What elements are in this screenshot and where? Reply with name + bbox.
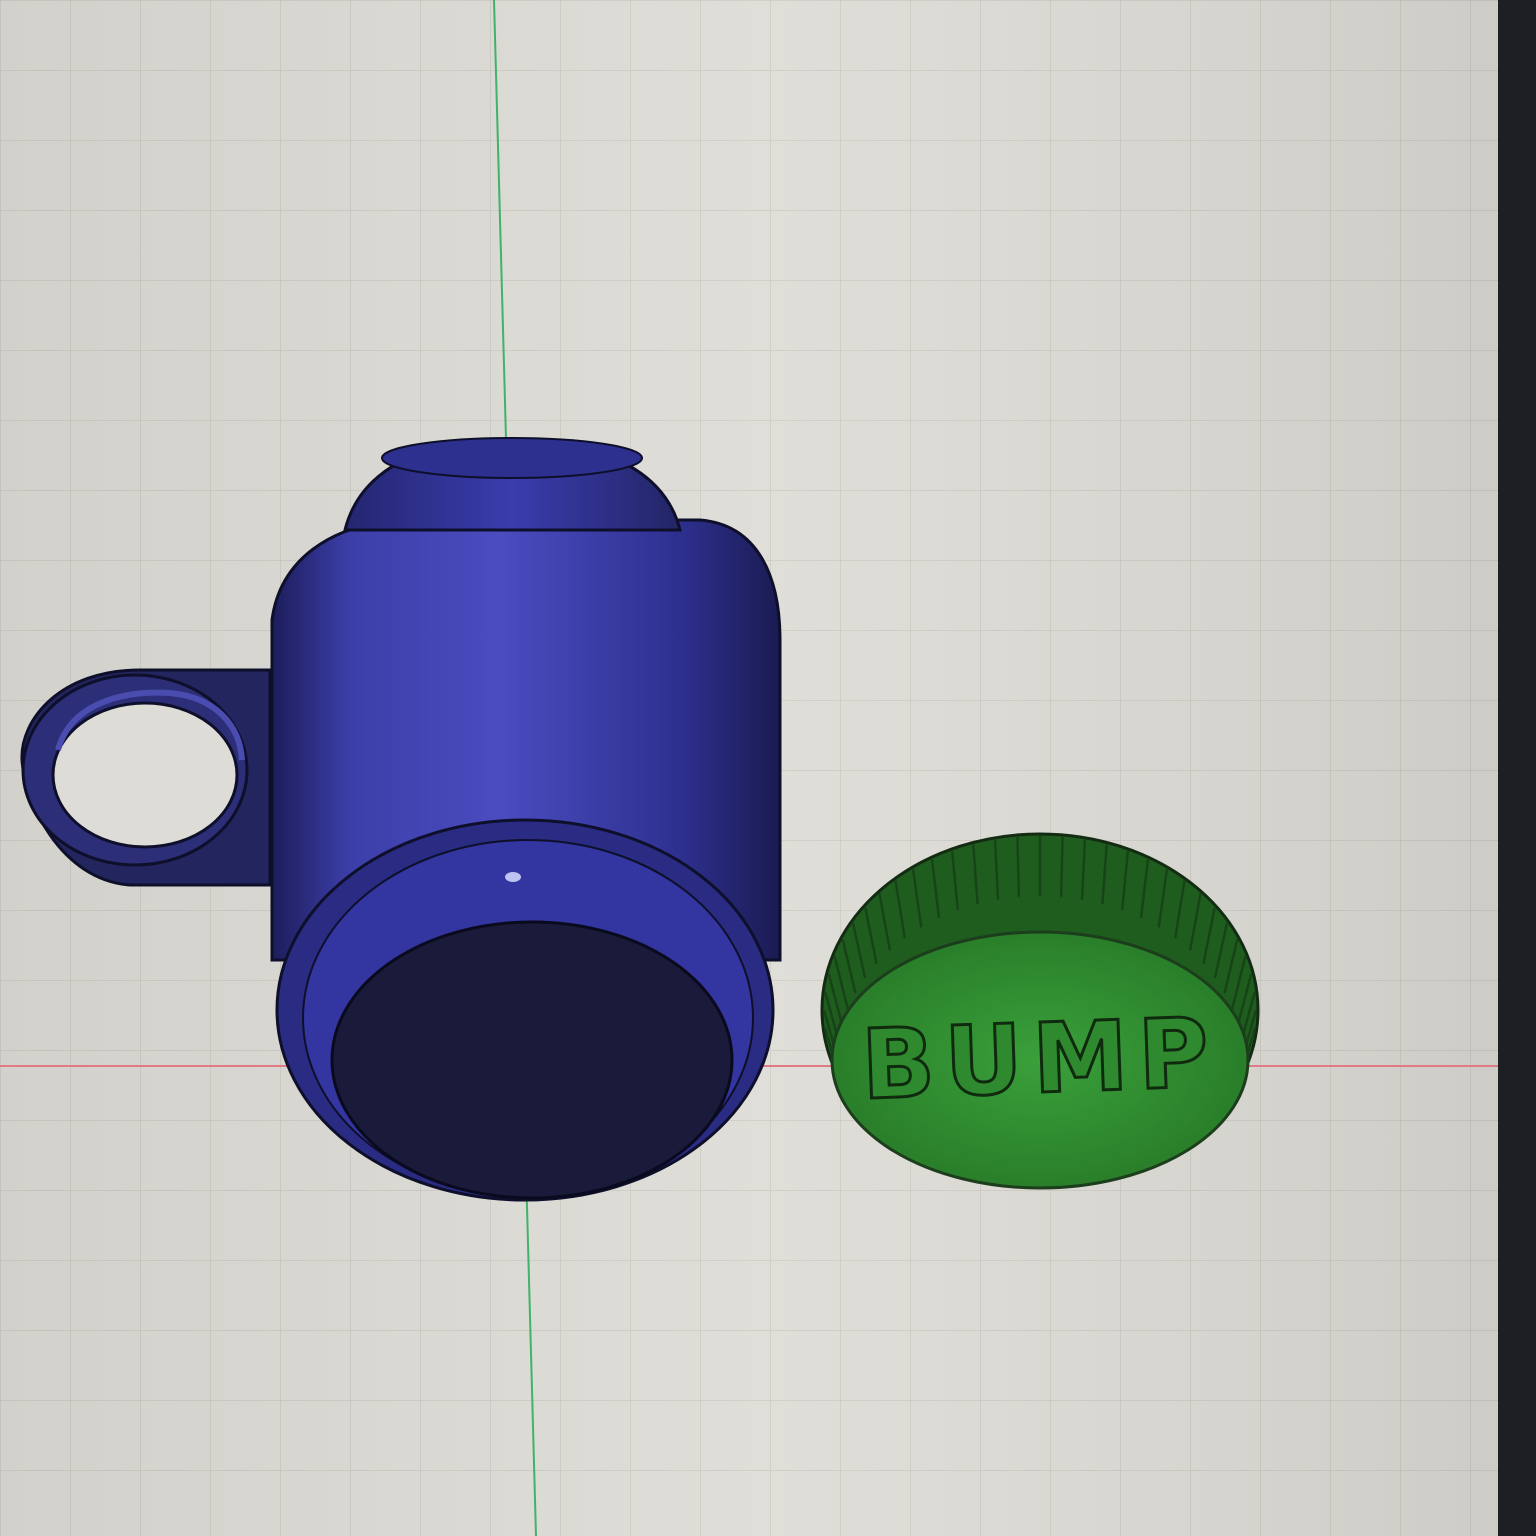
cap-label: BUMP [860,997,1221,1121]
cap-model[interactable]: BUMP [820,832,1260,1190]
cap-ridge [1059,836,1064,897]
container-highlight [505,872,521,882]
cad-viewport-screen: BUMP [0,0,1536,1536]
cap-ridge [1016,836,1021,897]
monitor-bezel [1498,0,1536,1536]
container-neck-rim [381,437,643,479]
cad-viewport[interactable]: BUMP [0,0,1536,1536]
container-bottom-face [330,920,734,1200]
